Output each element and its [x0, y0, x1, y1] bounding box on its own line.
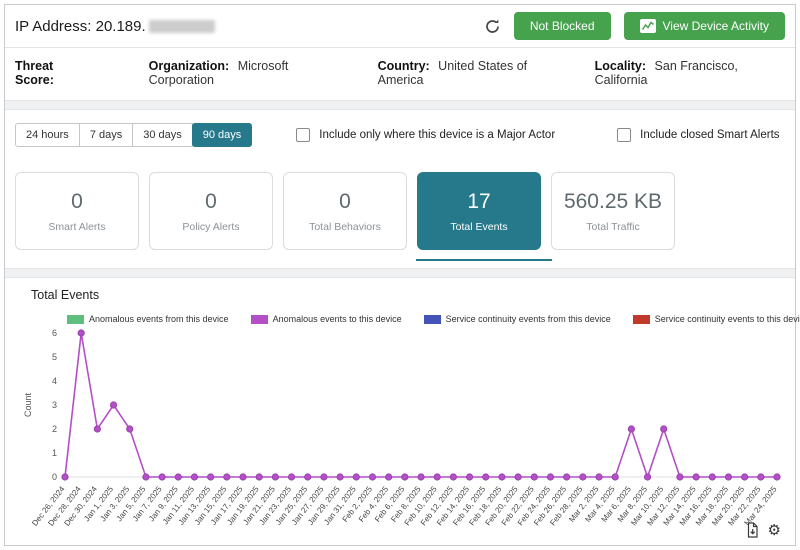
total-traffic-label: Total Traffic [586, 221, 640, 233]
legend-label: Service continuity events from this devi… [446, 314, 611, 324]
time-range-24-hours[interactable]: 24 hours [15, 123, 80, 147]
threat-score-label: Threat Score: [15, 59, 54, 87]
svg-text:5: 5 [52, 352, 57, 362]
chart-legend: Anomalous events from this device Anomal… [67, 314, 781, 324]
total-events-line-chart[interactable]: 0123456CountDec 26, 2024Dec 28, 2024Dec … [19, 325, 789, 540]
legend-label: Service continuity events to this device [655, 314, 800, 324]
organization-label: Organization: [149, 59, 230, 73]
locality-label: Locality: [595, 59, 646, 73]
refresh-button[interactable] [484, 18, 501, 35]
svg-text:1: 1 [52, 448, 57, 458]
policy-alerts-value: 0 [205, 190, 217, 214]
total-behaviors-label: Total Behaviors [309, 221, 381, 233]
legend-item[interactable]: Service continuity events from this devi… [424, 314, 611, 324]
filter-bar: 24 hours 7 days 30 days 90 days Include … [5, 110, 795, 160]
stat-card-policy-alerts[interactable]: 0 Policy Alerts [149, 172, 273, 250]
legend-swatch-green [67, 315, 84, 324]
redacted-ip [149, 20, 215, 33]
major-actor-label: Include only where this device is a Majo… [319, 129, 555, 141]
svg-text:2: 2 [52, 424, 57, 434]
total-events-label: Total Events [450, 221, 507, 233]
not-blocked-button[interactable]: Not Blocked [514, 12, 611, 40]
section-divider-top [5, 100, 795, 110]
refresh-icon [484, 18, 501, 35]
stat-card-total-events[interactable]: 17 Total Events [417, 172, 541, 250]
smart-alerts-value: 0 [71, 190, 83, 214]
total-behaviors-value: 0 [339, 190, 351, 214]
export-icon [746, 522, 759, 538]
policy-alerts-label: Policy Alerts [182, 221, 239, 233]
page-title: IP Address: 20.189. [15, 18, 215, 35]
time-range-7-days[interactable]: 7 days [79, 123, 133, 147]
total-events-value: 17 [467, 190, 490, 214]
settings-gear-icon[interactable]: ⚙ [768, 523, 781, 538]
time-range-30-days[interactable]: 30 days [132, 123, 193, 147]
header-bar: IP Address: 20.189. Not Blocked View Dev… [5, 5, 795, 47]
legend-label: Anomalous events from this device [89, 314, 229, 324]
legend-swatch-purple [251, 315, 268, 324]
ip-address-label: IP Address: 20.189. [15, 18, 146, 35]
closed-alerts-checkbox[interactable] [617, 128, 631, 142]
legend-swatch-indigo [424, 315, 441, 324]
activity-chart-icon [640, 19, 656, 33]
not-blocked-label: Not Blocked [530, 19, 595, 33]
chart-section: Total Events Anomalous events from this … [5, 278, 795, 545]
chart-footer-icons: ⚙ [746, 522, 781, 538]
country-label: Country: [378, 59, 430, 73]
closed-alerts-label: Include closed Smart Alerts [640, 129, 779, 141]
stat-card-total-traffic[interactable]: 560.25 KB Total Traffic [551, 172, 675, 250]
svg-text:Count: Count [23, 393, 33, 418]
svg-text:6: 6 [52, 328, 57, 338]
threat-score-field: Threat Score: [15, 59, 97, 87]
country-field: Country: United States of America [378, 59, 567, 87]
major-actor-checkbox[interactable] [296, 128, 310, 142]
stat-card-total-behaviors[interactable]: 0 Total Behaviors [283, 172, 407, 250]
legend-item[interactable]: Service continuity events to this device [633, 314, 800, 324]
chart-title: Total Events [31, 288, 781, 302]
time-range-90-days[interactable]: 90 days [192, 123, 253, 147]
info-bar: Threat Score: Organization: Microsoft Co… [5, 48, 795, 100]
total-traffic-value: 560.25 KB [564, 190, 662, 214]
header-actions: Not Blocked View Device Activity [484, 12, 785, 40]
section-divider-bottom [5, 268, 795, 278]
legend-swatch-red [633, 315, 650, 324]
view-device-activity-button[interactable]: View Device Activity [624, 12, 785, 40]
locality-field: Locality: San Francisco, California [595, 59, 785, 87]
legend-label: Anomalous events to this device [273, 314, 402, 324]
svg-text:0: 0 [52, 472, 57, 482]
stat-card-smart-alerts[interactable]: 0 Smart Alerts [15, 172, 139, 250]
svg-text:4: 4 [52, 376, 57, 386]
smart-alerts-label: Smart Alerts [48, 221, 105, 233]
device-threat-panel: IP Address: 20.189. Not Blocked View Dev… [4, 4, 796, 546]
organization-field: Organization: Microsoft Corporation [149, 59, 348, 87]
legend-item[interactable]: Anomalous events from this device [67, 314, 229, 324]
major-actor-filter: Include only where this device is a Majo… [296, 128, 555, 142]
stats-row: 0 Smart Alerts 0 Policy Alerts 0 Total B… [5, 160, 795, 268]
view-device-activity-label: View Device Activity [663, 19, 769, 33]
svg-text:3: 3 [52, 400, 57, 410]
export-button[interactable] [746, 522, 759, 538]
legend-item[interactable]: Anomalous events to this device [251, 314, 402, 324]
closed-alerts-filter: Include closed Smart Alerts [617, 128, 779, 142]
time-range-group: 24 hours 7 days 30 days 90 days [15, 123, 252, 147]
